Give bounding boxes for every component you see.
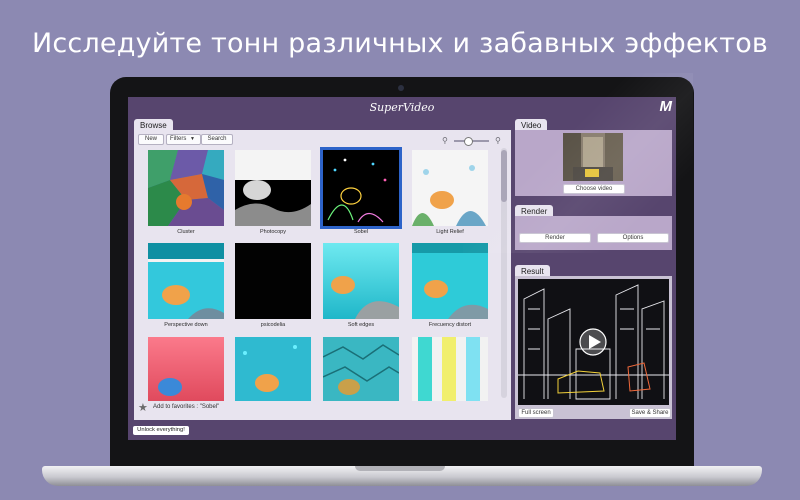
- browse-scrollbar-thumb[interactable]: [501, 150, 507, 202]
- effect-thumb-light-relief[interactable]: [412, 150, 488, 226]
- app-window: SuperVideo M Browse New Filters ▼ Search…: [128, 97, 676, 440]
- effect-label-perspective-down: Perspective down: [164, 322, 208, 328]
- frecuency-distort-preview: [412, 243, 488, 319]
- effect-label-light-relief: Light Relief: [436, 229, 464, 235]
- laptop-notch: [355, 466, 445, 471]
- app-logo: M: [659, 98, 673, 115]
- choose-video-button[interactable]: Choose video: [563, 184, 625, 194]
- effect-thumb-12[interactable]: [412, 337, 488, 401]
- zoom-out-icon[interactable]: ⚲: [442, 136, 448, 145]
- window-title: SuperVideo: [369, 101, 435, 114]
- effect-12-preview: [412, 337, 488, 401]
- soft-edges-preview: [323, 243, 399, 319]
- star-icon[interactable]: ★: [138, 401, 148, 414]
- effect-thumb-10[interactable]: [235, 337, 311, 401]
- effect-label-cluster: Cluster: [177, 229, 195, 235]
- favorites-status: Add to favorites : "Sobel": [153, 404, 220, 410]
- cluster-preview: [148, 150, 224, 226]
- effect-thumb-psicodelia[interactable]: [235, 243, 311, 319]
- effect-thumb-soft-edges[interactable]: [323, 243, 399, 319]
- effect-thumb-11[interactable]: [322, 337, 400, 401]
- effect-label-psicodelia: psicodelia: [260, 322, 286, 328]
- filters-label: Filters: [170, 136, 187, 142]
- effect-thumb-sobel[interactable]: [320, 147, 402, 229]
- new-button[interactable]: New: [138, 134, 164, 145]
- chevron-down-icon: ▼: [190, 136, 195, 142]
- effect-9-preview: [148, 337, 224, 401]
- save-share-button[interactable]: Save & Share: [629, 408, 671, 418]
- effect-11-preview: [322, 337, 400, 401]
- result-panel: Full screen Save & Share: [515, 276, 672, 419]
- photocopy-preview: [235, 150, 311, 226]
- effect-label-photocopy: Photocopy: [260, 229, 286, 235]
- video-preview[interactable]: [563, 133, 623, 181]
- sobel-preview: [323, 150, 399, 226]
- effect-label-frecuency-distort: Frecuency distort: [428, 322, 472, 328]
- zoom-slider-handle[interactable]: [464, 137, 473, 146]
- video-panel: Choose video: [515, 130, 672, 196]
- perspective-down-preview: [148, 243, 224, 319]
- light-relief-preview: [412, 150, 488, 226]
- render-button[interactable]: Render: [519, 233, 591, 243]
- browse-panel: New Filters ▼ Search ⚲ ⚲ Cluster Photoco…: [134, 130, 511, 420]
- effect-thumb-cluster[interactable]: [148, 150, 224, 226]
- effect-label-soft-edges: Soft edges: [347, 322, 375, 328]
- effect-thumb-frecuency-distort[interactable]: [412, 243, 488, 319]
- search-button[interactable]: Search: [201, 134, 233, 145]
- effect-thumb-perspective-down[interactable]: [148, 243, 224, 319]
- effect-thumb-9[interactable]: [148, 337, 224, 401]
- promo-headline: Исследуйте тонн различных и забавных эфф…: [31, 28, 769, 59]
- filters-dropdown[interactable]: Filters ▼: [166, 134, 201, 145]
- full-screen-button[interactable]: Full screen: [518, 408, 554, 418]
- unlock-everything-button[interactable]: Unlock everything!: [133, 426, 189, 435]
- options-button[interactable]: Options: [597, 233, 669, 243]
- camera-icon: [398, 85, 404, 91]
- effect-label-sobel: Sobel: [353, 229, 369, 235]
- render-panel: Render Options: [515, 216, 672, 250]
- result-preview: [518, 279, 669, 405]
- effect-10-preview: [235, 337, 311, 401]
- psicodelia-preview: [235, 243, 311, 319]
- effect-thumb-photocopy[interactable]: [235, 150, 311, 226]
- zoom-in-icon[interactable]: ⚲: [495, 136, 501, 145]
